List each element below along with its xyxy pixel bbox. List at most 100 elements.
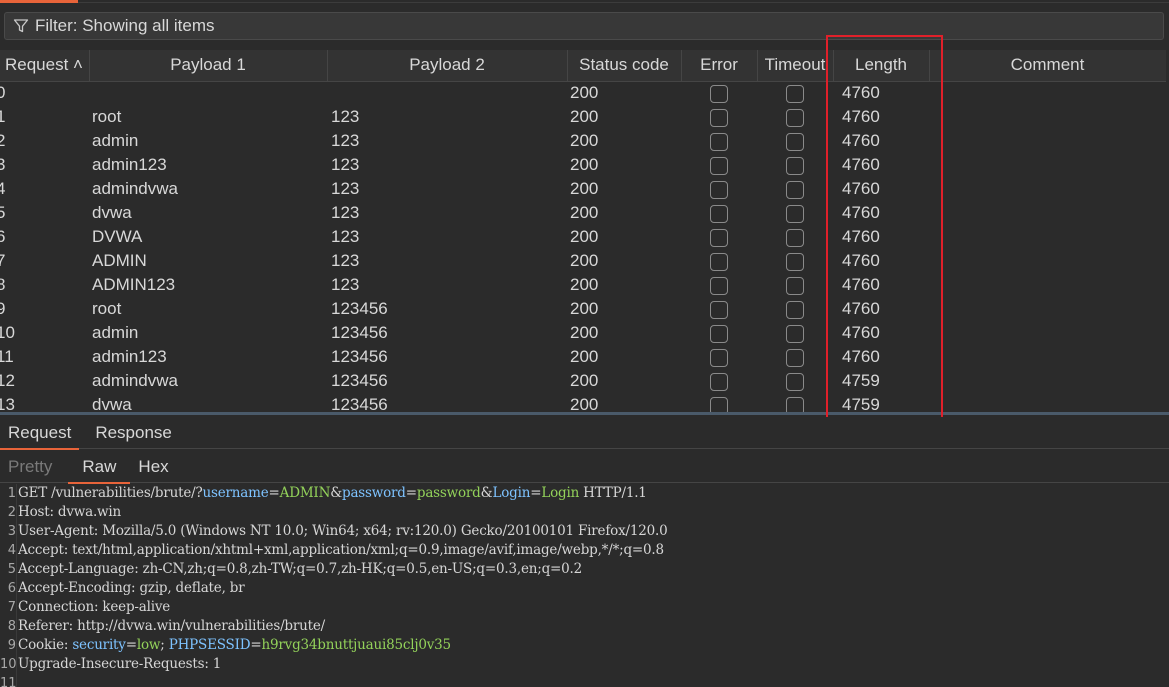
results-table: Request ˄ Payload 1 Payload 2 Status cod… bbox=[0, 50, 1167, 412]
timeout-checkbox[interactable] bbox=[786, 372, 804, 391]
cell-payload-1: admin bbox=[92, 323, 139, 342]
column-header-error[interactable]: Error bbox=[681, 50, 758, 82]
tab-raw[interactable]: Raw bbox=[68, 451, 131, 484]
line-code: Accept: text/html,application/xhtml+xml,… bbox=[16, 541, 664, 560]
timeout-checkbox[interactable] bbox=[786, 84, 804, 103]
timeout-checkbox[interactable] bbox=[786, 300, 804, 319]
table-splitter[interactable] bbox=[0, 412, 1169, 415]
table-row[interactable]: 9 root 123456 200 4760 bbox=[0, 297, 1166, 321]
table-row[interactable]: 13 dvwa 123456 200 4759 bbox=[0, 393, 1166, 412]
table-row[interactable]: 3 admin123 123 200 4760 bbox=[0, 153, 1166, 177]
cell-comment bbox=[929, 225, 1166, 249]
cell-request-number: 3 bbox=[0, 155, 6, 174]
table-row[interactable]: 11 admin123 123456 200 4760 bbox=[0, 345, 1166, 369]
code-text: & bbox=[330, 485, 343, 501]
column-header-payload-1[interactable]: Payload 1 bbox=[89, 50, 328, 82]
cell-payload-1: dvwa bbox=[92, 203, 132, 222]
cell-request-number: 5 bbox=[0, 203, 6, 222]
timeout-checkbox[interactable] bbox=[786, 156, 804, 175]
error-checkbox[interactable] bbox=[710, 204, 728, 223]
editor-line: 8 Referer: http://dvwa.win/vulnerabilitie… bbox=[0, 617, 1169, 636]
error-checkbox[interactable] bbox=[710, 132, 728, 151]
cell-length: 4760 bbox=[842, 107, 880, 126]
cell-timeout bbox=[757, 393, 833, 412]
table-row[interactable]: 2 admin 123 200 4760 bbox=[0, 129, 1166, 153]
tab-hex[interactable]: Hex bbox=[130, 451, 176, 483]
error-checkbox[interactable] bbox=[710, 372, 728, 391]
cell-payload-2: 123456 bbox=[331, 371, 388, 390]
timeout-checkbox[interactable] bbox=[786, 276, 804, 295]
param-value: password bbox=[416, 485, 481, 501]
cell-payload-1: ADMIN123 bbox=[92, 275, 176, 294]
column-header-timeout[interactable]: Timeout bbox=[757, 50, 834, 82]
timeout-checkbox[interactable] bbox=[786, 180, 804, 199]
cell-comment bbox=[929, 273, 1166, 297]
cell-length: 4760 bbox=[842, 275, 880, 294]
tab-pretty[interactable]: Pretty bbox=[0, 451, 60, 483]
cell-payload-1 bbox=[89, 81, 327, 105]
raw-request-editor[interactable]: 1 GET /vulnerabilities/brute/?username=AD… bbox=[0, 484, 1169, 687]
error-checkbox[interactable] bbox=[710, 228, 728, 247]
column-header-length[interactable]: Length bbox=[833, 50, 930, 82]
filter-bar[interactable]: Filter: Showing all items bbox=[4, 12, 1164, 40]
error-checkbox[interactable] bbox=[710, 252, 728, 271]
cell-length: 4760 bbox=[842, 203, 880, 222]
results-table-body: 020047601root1232004760 2 admin 123 200 4760 3… bbox=[0, 81, 1166, 412]
cell-payload-1: admin bbox=[92, 131, 139, 150]
cell-error bbox=[681, 345, 757, 369]
cell-length: 4760 bbox=[842, 347, 880, 366]
error-checkbox[interactable] bbox=[710, 156, 728, 175]
table-row[interactable]: 10 admin 123456 200 4760 bbox=[0, 321, 1166, 345]
line-code: Accept-Language: zh-CN,zh;q=0.8,zh-TW;q=… bbox=[16, 560, 582, 579]
tab-response[interactable]: Response bbox=[87, 417, 180, 449]
timeout-checkbox[interactable] bbox=[786, 204, 804, 223]
code-text: = bbox=[268, 485, 280, 501]
code-text: Accept-Encoding: gzip, deflate, br bbox=[18, 580, 245, 596]
code-text: User-Agent: Mozilla/5.0 (Windows NT 10.0… bbox=[18, 523, 668, 539]
table-row[interactable]: 4 admindvwa 123 200 4760 bbox=[0, 177, 1166, 201]
column-header-payload-2[interactable]: Payload 2 bbox=[327, 50, 568, 82]
cell-status-code: 200 bbox=[570, 131, 599, 150]
code-text: = bbox=[530, 485, 542, 501]
code-text: = bbox=[250, 637, 262, 653]
timeout-checkbox[interactable] bbox=[786, 132, 804, 151]
timeout-checkbox[interactable] bbox=[786, 396, 804, 412]
error-checkbox[interactable] bbox=[710, 180, 728, 199]
column-header-comment[interactable]: Comment bbox=[929, 50, 1167, 82]
cell-status-code: 200 bbox=[570, 179, 599, 198]
error-checkbox[interactable] bbox=[710, 300, 728, 319]
timeout-checkbox[interactable] bbox=[786, 324, 804, 343]
error-checkbox[interactable] bbox=[710, 348, 728, 367]
code-text: Accept: text/html,application/xhtml+xml,… bbox=[18, 542, 664, 558]
code-text: GET /vulnerabilities/brute/? bbox=[18, 485, 203, 501]
error-checkbox[interactable] bbox=[710, 276, 728, 295]
table-row[interactable]: 12 admindvwa 123456 200 4759 bbox=[0, 369, 1166, 393]
timeout-checkbox[interactable] bbox=[786, 348, 804, 367]
cell-error bbox=[681, 105, 757, 129]
timeout-checkbox[interactable] bbox=[786, 252, 804, 271]
error-checkbox[interactable] bbox=[710, 84, 728, 103]
error-checkbox[interactable] bbox=[710, 324, 728, 343]
column-header-status-code[interactable]: Status code bbox=[567, 50, 682, 82]
cell-error bbox=[681, 369, 757, 393]
table-row[interactable]: 7 ADMIN 123 200 4760 bbox=[0, 249, 1166, 273]
cell-payload-2: 123 bbox=[331, 131, 360, 150]
table-row[interactable]: 1 root 123 200 4760 bbox=[0, 105, 1166, 129]
cell-length: 4760 bbox=[842, 179, 880, 198]
cell-request-number: 2 bbox=[0, 131, 6, 150]
table-row[interactable]: 8 ADMIN123 123 200 4760 bbox=[0, 273, 1166, 297]
cell-error bbox=[681, 393, 757, 412]
column-header-request[interactable]: Request ˄ bbox=[0, 50, 90, 82]
table-row[interactable]: 0 200 4760 bbox=[0, 81, 1166, 105]
cell-comment bbox=[929, 201, 1166, 225]
tab-request[interactable]: Request bbox=[0, 417, 80, 450]
timeout-checkbox[interactable] bbox=[786, 228, 804, 247]
cell-payload-2: 123 bbox=[331, 155, 360, 174]
timeout-checkbox[interactable] bbox=[786, 108, 804, 127]
cell-request-number: 12 bbox=[0, 371, 15, 390]
table-row[interactable]: 5 dvwa 123 200 4760 bbox=[0, 201, 1166, 225]
view-mode-tabs: Pretty Raw Hex bbox=[0, 451, 1169, 484]
error-checkbox[interactable] bbox=[710, 108, 728, 127]
table-row[interactable]: 6 DVWA 123 200 4760 bbox=[0, 225, 1166, 249]
error-checkbox[interactable] bbox=[710, 396, 728, 412]
